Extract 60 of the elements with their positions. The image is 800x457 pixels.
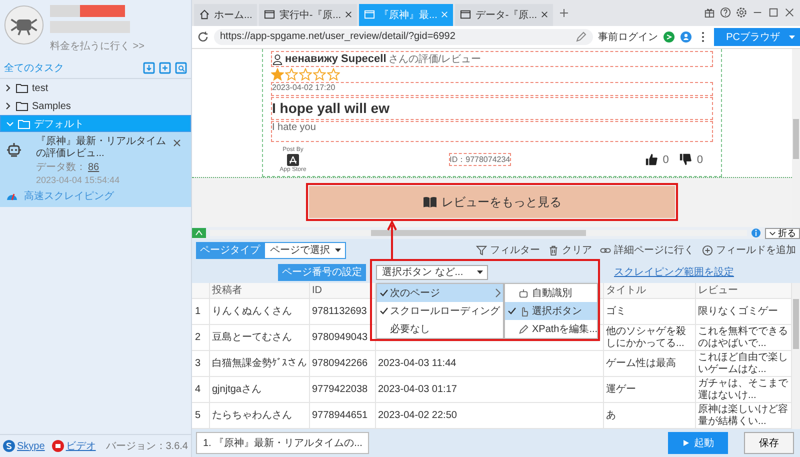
table-cell: 9780942266 — [310, 351, 376, 378]
task-title: 『原神』最新・リアルタイムの評価レビュ... — [36, 136, 167, 160]
review-id: ID：9778074234 — [448, 153, 512, 166]
menu-item[interactable]: 次のページ — [377, 284, 503, 302]
skype-link[interactable]: Skype — [17, 440, 45, 452]
review-caption: さんの評価/レビュー — [388, 52, 482, 66]
toolbar-button[interactable]: フィルター — [476, 243, 540, 258]
table-cell: ゲーム性は最高 — [604, 351, 696, 378]
data-count-label: データ数： — [36, 162, 86, 174]
data-count-link[interactable]: 86 — [88, 162, 100, 174]
page-type-select[interactable]: ページで選択 — [264, 242, 346, 259]
task-tab[interactable]: 1. 『原神』最新・リアルタイムの... — [196, 432, 370, 454]
pre-login-button[interactable]: 事前ログイン — [598, 30, 658, 44]
page-number-label: ページ番号の設定 — [278, 264, 366, 281]
menu-item[interactable]: 必要なし — [377, 320, 503, 338]
table-cell: 運ゲー — [604, 377, 696, 404]
task-card[interactable]: 『原神』最新・リアルタイムの評価レビュ... データ数： 86 2023-04-04 15:54:44 高速スクレイピング — [0, 132, 191, 207]
video-link[interactable]: ビデオ — [66, 439, 96, 453]
row-number: 4 — [192, 377, 210, 404]
table-cell: 豆島とーてむさん — [210, 325, 310, 352]
version-label: バージョン：3.6.4 — [106, 440, 188, 453]
table-cell: ゴミ — [604, 299, 696, 326]
folder-item[interactable]: test — [0, 79, 191, 97]
dislike-count: 0 — [696, 154, 703, 166]
menu-item[interactable]: XPathを編集... — [505, 320, 597, 338]
table-cell: 白猫無課金勢ｹﾞｽさん — [210, 351, 310, 378]
task-date: 2023-04-04 15:54:44 — [36, 174, 120, 186]
review-body: I hate you — [272, 122, 316, 134]
reviewer-name: ненавижу Supecell — [285, 53, 386, 66]
browser-tab[interactable]: データ-『原... — [455, 4, 554, 26]
menu-item[interactable]: 選択ボタン — [505, 302, 597, 320]
toolbar-button[interactable]: 詳細ページに行く — [600, 243, 694, 258]
toolbar-button[interactable]: クリア — [548, 243, 592, 258]
review-date: 2023-04-02 17:20 — [272, 83, 336, 92]
row-number: 3 — [192, 351, 210, 378]
row-number: 1 — [192, 299, 210, 326]
table-cell: 9779422038 — [310, 377, 376, 404]
collapse-button[interactable]: 折る — [765, 228, 800, 239]
table-cell: 他のソシャゲを殺しにかかってる... — [604, 325, 696, 352]
table-cell: 2023-04-03 11:44 — [376, 351, 604, 378]
browser-tab[interactable]: 実行中-『原... — [259, 4, 358, 26]
page-type-label: ページタイプ — [196, 242, 264, 259]
folder-item[interactable]: Samples — [0, 97, 191, 115]
menu-item[interactable]: 自動識別 — [505, 284, 597, 302]
table-cell: りんくぬんくさん — [210, 299, 310, 326]
review-title: I hope yall will ew — [272, 100, 390, 116]
page-number-select[interactable]: 選択ボタン など... — [376, 264, 488, 280]
save-button[interactable]: 保存 — [744, 432, 794, 454]
column-header: 投稿者 — [210, 283, 310, 300]
table-cell: gjnjtgaさん — [210, 377, 310, 404]
address-field[interactable]: https://app-spgame.net/user_review/detail/?gid=6992 — [214, 28, 594, 45]
row-number: 2 — [192, 325, 210, 352]
more-reviews-button[interactable]: レビューをもっと見る — [309, 186, 675, 218]
scraping-range-link[interactable]: スクレイピング範囲を設定 — [614, 265, 734, 280]
like-count: 0 — [662, 154, 669, 166]
toolbar-button[interactable]: フィールドを追加 — [702, 243, 796, 258]
table-cell: 2023-04-03 01:17 — [376, 377, 604, 404]
browser-tab[interactable]: ホーム... — [194, 4, 258, 26]
column-header: タイトル — [604, 283, 696, 300]
menu-item[interactable]: スクロールローディング — [377, 302, 503, 320]
